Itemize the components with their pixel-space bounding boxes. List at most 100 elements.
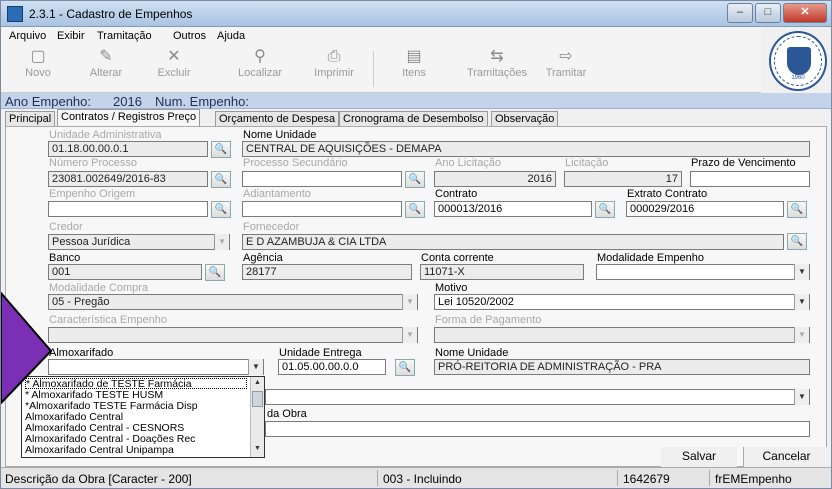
extrato-contrato-field[interactable]: 000029/2016: [626, 201, 784, 217]
banco-label: Banco: [49, 252, 81, 264]
dropdown-scrollbar[interactable]: ▲ ▼: [250, 377, 264, 457]
maximize-button[interactable]: □: [755, 3, 781, 23]
adiantamento-field[interactable]: [242, 201, 402, 217]
unidade-adm-search-icon[interactable]: 🔍: [211, 141, 231, 158]
unidade-entrega-search-icon[interactable]: 🔍: [395, 359, 415, 376]
tab-observacao[interactable]: Observação: [491, 111, 559, 127]
list-item[interactable]: Almoxarifado Central Unipampa: [25, 445, 247, 456]
unidade-entrega-field[interactable]: 01.05.00.00.0.0: [278, 359, 386, 375]
modalidade-compra-select[interactable]: 05 - Pregão: [48, 294, 418, 310]
descricao-obra-label: da Obra: [267, 408, 307, 420]
unidade-entrega-label: Unidade Entrega: [279, 347, 362, 359]
scroll-down-icon[interactable]: ▼: [251, 443, 264, 455]
forma-pagamento-select[interactable]: [434, 327, 810, 343]
extrato-contrato-search-icon[interactable]: 🔍: [787, 201, 807, 218]
conta-corrente-field[interactable]: 11071-X: [420, 264, 584, 280]
credor-select[interactable]: Pessoa Jurídica: [48, 234, 230, 250]
imprimir-button[interactable]: ⎙ Imprimir: [305, 47, 363, 91]
numero-processo-field[interactable]: 23081.002649/2016-83: [48, 171, 208, 187]
banco-search-icon[interactable]: 🔍: [205, 264, 225, 281]
window-title: 2.3.1 - Cadastro de Empenhos: [29, 7, 193, 21]
menu-outros[interactable]: Outros: [173, 30, 206, 42]
fornecedor-search-icon[interactable]: 🔍: [787, 233, 807, 250]
almoxarifado-select[interactable]: [48, 359, 264, 375]
adiantamento-search-icon[interactable]: 🔍: [405, 201, 425, 218]
scroll-up-icon[interactable]: ▲: [251, 377, 264, 389]
novo-button[interactable]: ▢ Novo: [9, 47, 67, 91]
tramitacoes-icon: ⇆: [490, 48, 504, 65]
tab-cronograma[interactable]: Cronograma de Desembolso: [339, 111, 488, 127]
unidade-adm-field[interactable]: 01.18.00.00.0.1: [48, 141, 208, 157]
agencia-field[interactable]: 28177: [242, 264, 412, 280]
hidden-select-chevron-down-icon[interactable]: ▼: [794, 389, 809, 405]
annotation-arrow: [1, 291, 53, 405]
nome-unidade-label: Nome Unidade: [243, 129, 317, 141]
forma-pagamento-chevron-down-icon[interactable]: ▼: [794, 327, 809, 343]
adiantamento-label: Adiantamento: [243, 188, 311, 200]
alterar-button[interactable]: ✎ Alterar: [77, 47, 135, 91]
menu-tramitacao[interactable]: Tramitação: [97, 30, 152, 42]
excluir-label: Excluir: [157, 67, 191, 79]
prazo-vencimento-label: Prazo de Vencimento: [691, 157, 796, 169]
tramitar-label: Tramitar: [545, 67, 587, 79]
tab-contratos[interactable]: Contratos / Registros Preço: [57, 109, 201, 127]
excluir-button[interactable]: ✕ Excluir: [145, 47, 203, 91]
almoxarifado-chevron-down-icon[interactable]: ▼: [248, 359, 263, 375]
tab-orcamento[interactable]: Orçamento de Despesa: [215, 111, 340, 127]
cancelar-button[interactable]: Cancelar: [743, 447, 829, 467]
modalidade-empenho-select[interactable]: [596, 264, 810, 280]
descricao-obra-field[interactable]: [265, 421, 810, 437]
status-field-info: Descrição da Obra [Caracter - 200]: [5, 472, 192, 486]
processo-secundario-field[interactable]: [242, 171, 402, 187]
list-item[interactable]: Almoxarifado Central: [25, 412, 247, 423]
status-separator: [709, 470, 710, 486]
localizar-label: Localizar: [237, 67, 283, 79]
binoculars-icon: ⚲: [254, 48, 266, 65]
banco-field[interactable]: 001: [48, 264, 202, 280]
menu-arquivo[interactable]: Arquivo: [9, 30, 46, 42]
menu-ajuda[interactable]: Ajuda: [217, 30, 245, 42]
imprimir-label: Imprimir: [314, 67, 354, 79]
close-button[interactable]: ✕: [783, 3, 827, 23]
empenho-origem-field[interactable]: [48, 201, 208, 217]
ano-empenho-value: 2016: [113, 94, 142, 109]
fornecedor-field[interactable]: E D AZAMBUJA & CIA LTDA: [242, 234, 784, 250]
status-separator: [377, 470, 378, 486]
list-item[interactable]: Almoxarifado Central - CESNORS: [25, 423, 247, 434]
tramitar-icon: ⇨: [559, 48, 573, 65]
empenho-origem-search-icon[interactable]: 🔍: [211, 201, 231, 218]
scroll-thumb[interactable]: [252, 391, 263, 407]
motivo-chevron-down-icon[interactable]: ▼: [794, 294, 809, 310]
tramitacoes-button[interactable]: ⇆ Tramitações: [461, 47, 533, 91]
status-bar: Descrição da Obra [Caracter - 200] 003 -…: [1, 467, 831, 488]
empenho-header: Ano Empenho: 2016 Num. Empenho:: [1, 93, 831, 109]
credor-chevron-down-icon[interactable]: ▼: [214, 234, 229, 250]
localizar-button[interactable]: ⚲ Localizar: [231, 47, 289, 91]
numero-processo-search-icon[interactable]: 🔍: [211, 171, 231, 188]
extrato-contrato-label: Extrato Contrato: [627, 188, 708, 200]
unidade-adm-label: Unidade Administrativa: [49, 129, 162, 141]
menu-exibir[interactable]: Exibir: [57, 30, 85, 42]
application-window: 2.3.1 - Cadastro de Empenhos – □ ✕ Arqui…: [0, 0, 832, 489]
contrato-field[interactable]: 000013/2016: [434, 201, 592, 217]
toolbar: ▢ Novo ✎ Alterar ✕ Excluir ⚲ Localizar ⎙ Impr…: [1, 45, 761, 93]
caracteristica-empenho-select[interactable]: [48, 327, 418, 343]
motivo-select[interactable]: Lei 10520/2002: [434, 294, 810, 310]
itens-button[interactable]: ▤ Itens: [385, 47, 443, 91]
prazo-vencimento-field[interactable]: [690, 171, 810, 187]
salvar-button[interactable]: Salvar: [661, 447, 737, 467]
list-item[interactable]: Almoxarifado Central - Doações Rec: [25, 434, 247, 445]
credor-label: Credor: [49, 221, 83, 233]
tab-principal[interactable]: Principal: [5, 111, 56, 127]
hidden-select[interactable]: [265, 389, 810, 405]
edit-icon: ✎: [99, 48, 113, 65]
novo-label: Novo: [25, 67, 51, 79]
contrato-search-icon[interactable]: 🔍: [595, 201, 615, 218]
toolbar-separator: [373, 51, 374, 87]
modalidade-compra-chevron-down-icon[interactable]: ▼: [402, 294, 417, 310]
modalidade-empenho-chevron-down-icon[interactable]: ▼: [794, 264, 809, 280]
tramitar-button[interactable]: ⇨ Tramitar: [537, 47, 595, 91]
caracteristica-chevron-down-icon[interactable]: ▼: [402, 327, 417, 343]
minimize-button[interactable]: –: [727, 3, 753, 23]
processo-secundario-search-icon[interactable]: 🔍: [405, 171, 425, 188]
